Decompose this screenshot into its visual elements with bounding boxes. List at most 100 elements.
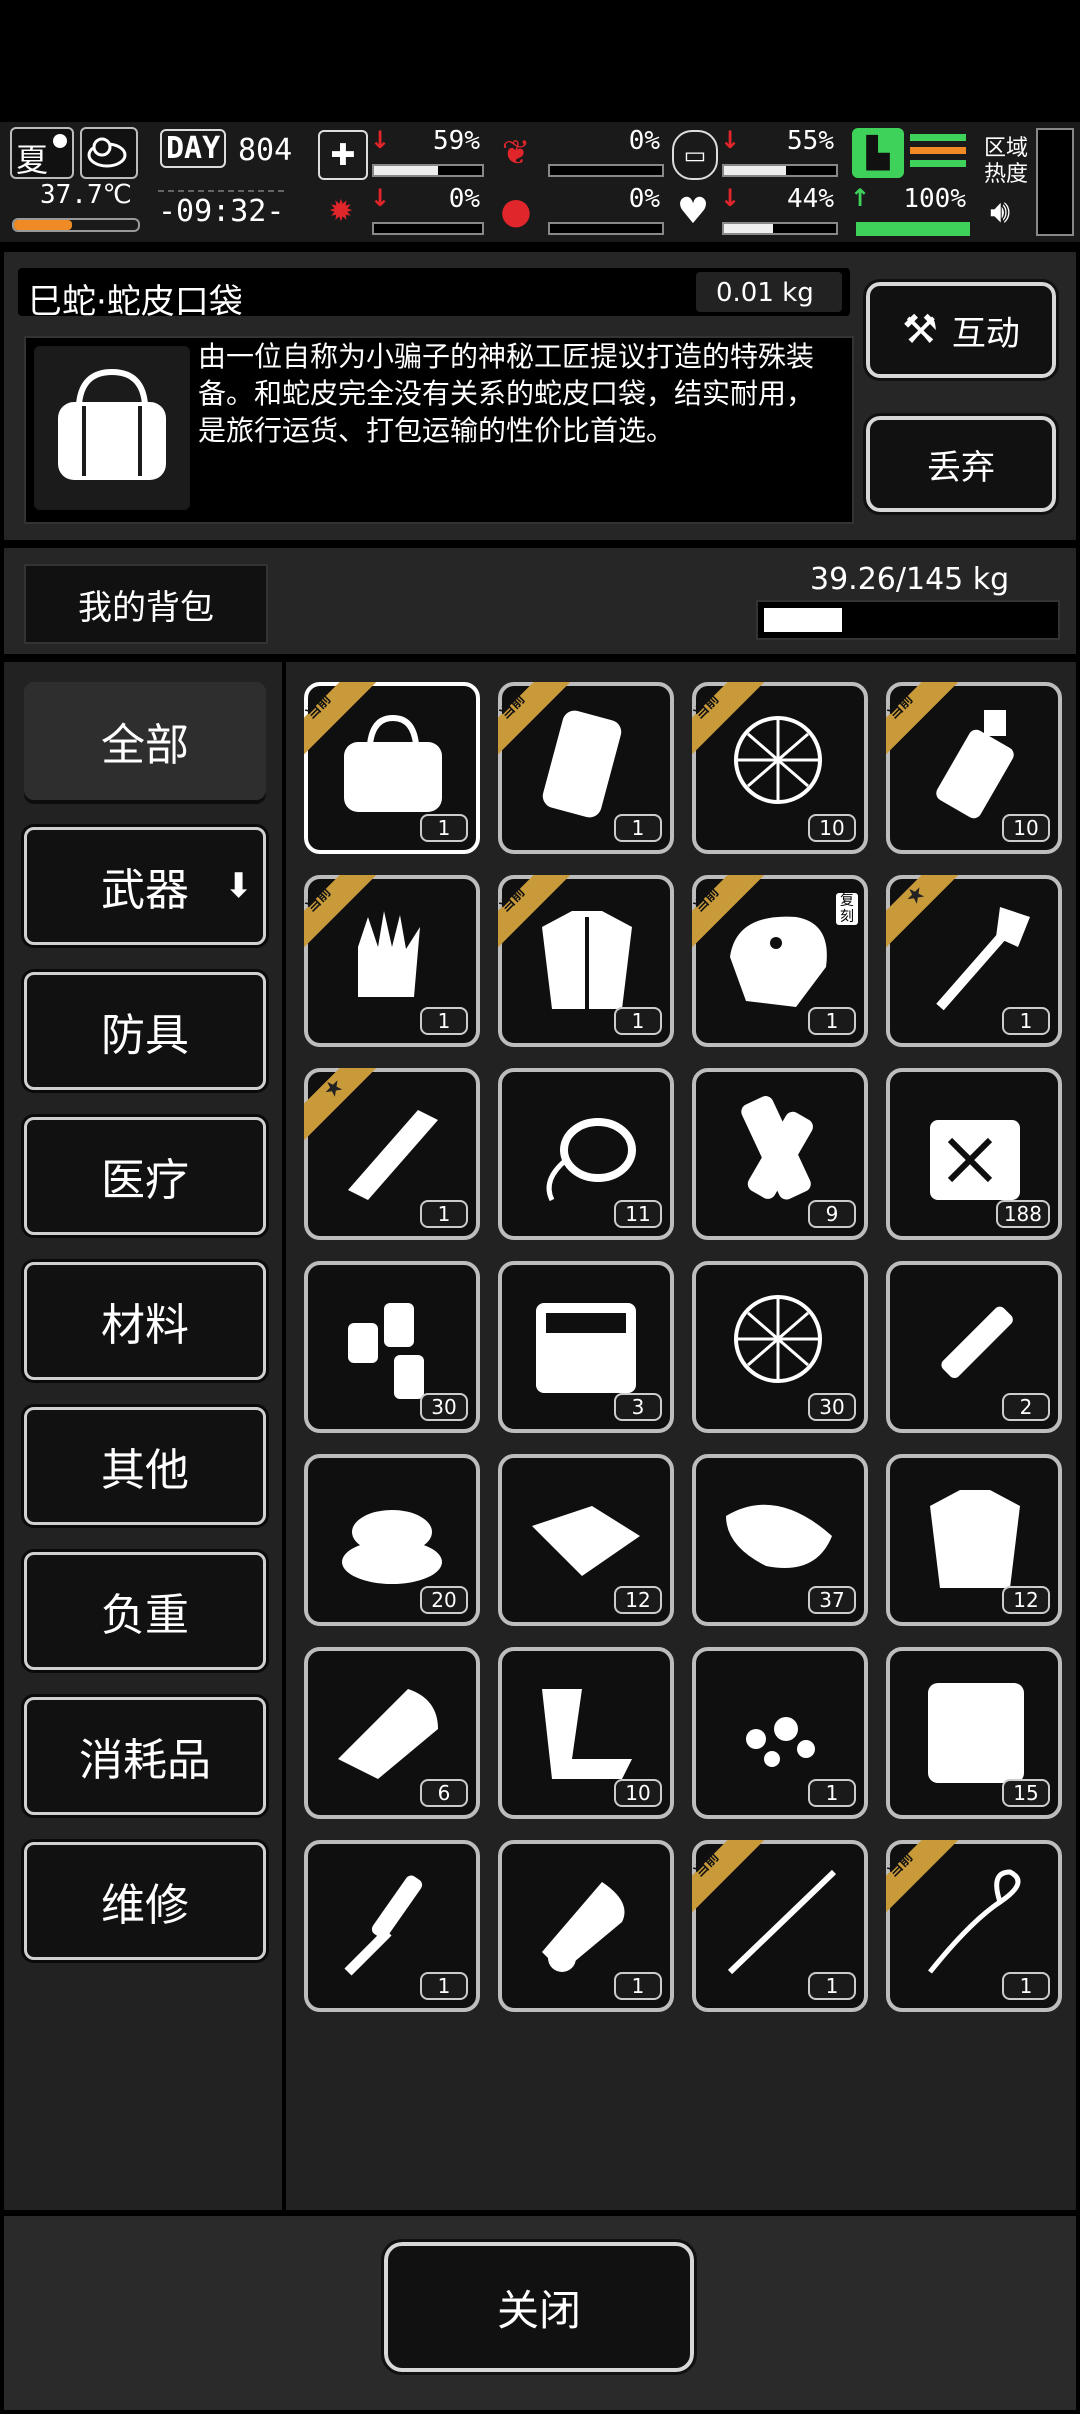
equipped-badge: 当前 <box>692 1840 766 1914</box>
heart-pct: 44% <box>787 184 834 214</box>
hunger-bar <box>548 164 664 177</box>
inventory-slot[interactable]: ★ 1 <box>304 1068 480 1240</box>
inventory-slot[interactable]: 12 <box>498 1454 674 1626</box>
badge-label: 当前 <box>304 691 335 723</box>
backpack-header: 我的背包 39.26/145 kg <box>4 548 1076 654</box>
item-count: 1 <box>420 814 468 842</box>
item-count: 3 <box>614 1393 662 1421</box>
season-box: 夏 <box>10 127 74 179</box>
inventory-slot[interactable]: 当前 1 <box>886 1840 1062 2012</box>
category-tab-5[interactable]: 其他 <box>24 1407 266 1525</box>
category-tab-3[interactable]: 医疗 <box>24 1117 266 1235</box>
category-tab-0[interactable]: 全部 <box>24 682 266 800</box>
inventory-slot[interactable]: 6 <box>304 1647 480 1819</box>
bandage-roll-icon <box>716 1090 846 1208</box>
interact-label: 互动 <box>951 313 1020 354</box>
sun-icon <box>53 134 67 148</box>
interact-button[interactable]: ⚒ 互动 <box>863 279 1059 381</box>
cloud-icon <box>87 137 127 168</box>
stamina-bar <box>856 222 970 236</box>
temperature: 37.7℃ <box>40 180 132 210</box>
inventory-slot[interactable]: 当前 10 <box>692 682 868 854</box>
stomach-icon: ❦ <box>501 133 531 173</box>
inventory-slot[interactable]: 当前 1 <box>692 1840 868 2012</box>
star-icon: ★ <box>900 879 932 912</box>
blanket-icon <box>910 1669 1040 1787</box>
syringe-icon <box>910 1283 1040 1401</box>
inventory-slot[interactable]: 15 <box>886 1647 1062 1819</box>
bag-icon <box>58 368 166 480</box>
inventory-slot[interactable]: 当前 1 <box>304 682 480 854</box>
inventory-slot[interactable]: 20 <box>304 1454 480 1626</box>
category-tab-8[interactable]: 维修 <box>24 1842 266 1960</box>
blood-drop-icon: ● <box>500 190 532 232</box>
blood-bar <box>548 222 664 235</box>
star-badge: ★ <box>886 875 960 949</box>
medkit-icon: ✚ <box>318 130 368 180</box>
rubble-icon <box>716 1669 846 1787</box>
equipped-badge: 当前 <box>304 875 378 949</box>
item-weight: 0.01 kg <box>716 278 814 308</box>
item-count: 2 <box>1002 1393 1050 1421</box>
inventory-slot[interactable]: 当前 1 <box>498 682 674 854</box>
item-image-frame <box>34 346 190 510</box>
hammer-icon: ⚒ <box>902 307 938 353</box>
item-count: 1 <box>420 1007 468 1035</box>
category-tab-6[interactable]: 负重 <box>24 1552 266 1670</box>
item-count: 1 <box>808 1972 856 2000</box>
item-count: 188 <box>995 1200 1050 1228</box>
inventory-slot[interactable]: 当前 1 <box>498 875 674 1047</box>
inventory-slot[interactable]: 10 <box>498 1647 674 1819</box>
inventory-slot[interactable]: 当前 10 <box>886 682 1062 854</box>
discard-button[interactable]: 丢弃 <box>863 413 1059 515</box>
category-tab-4[interactable]: 材料 <box>24 1262 266 1380</box>
boot-icon: ▙ <box>852 128 904 178</box>
inventory-slot[interactable]: 1 <box>692 1647 868 1819</box>
item-count: 1 <box>614 814 662 842</box>
category-tab-7[interactable]: 消耗品 <box>24 1697 266 1815</box>
inventory-slot[interactable]: 188 <box>886 1068 1062 1240</box>
inventory-slot[interactable]: 9 <box>692 1068 868 1240</box>
item-count: 30 <box>420 1393 468 1421</box>
category-sidebar: 全部武器 ⬇ 防具医疗材料其他负重消耗品维修 <box>4 662 282 2210</box>
stamina-lines <box>910 134 966 167</box>
item-detail-panel: 巳蛇·蛇皮口袋 0.01 kg 由一位自称为小骗子的神秘工匠提议打造的特殊装备。… <box>4 252 1076 540</box>
item-count: 15 <box>1002 1779 1050 1807</box>
equipped-badge: 当前 <box>498 682 572 756</box>
item-count: 6 <box>420 1779 468 1807</box>
category-label: 全部 <box>101 720 189 771</box>
inventory-slot[interactable]: 30 <box>692 1261 868 1433</box>
category-tab-2[interactable]: 防具 <box>24 972 266 1090</box>
inventory-slot[interactable]: ★ 1 <box>886 875 1062 1047</box>
inventory-slot[interactable]: 当前 复刻 1 <box>692 875 868 1047</box>
inventory-slot[interactable]: 2 <box>886 1261 1062 1433</box>
item-count: 12 <box>614 1586 662 1614</box>
inventory-slot[interactable]: 12 <box>886 1454 1062 1626</box>
inventory-slot[interactable]: 37 <box>692 1454 868 1626</box>
bar-fill <box>724 166 786 175</box>
close-button[interactable]: 关闭 <box>381 2239 697 2375</box>
category-label: 负重 <box>101 1590 189 1641</box>
star-badge: ★ <box>304 1068 378 1142</box>
paper-roll-icon <box>522 1862 652 1980</box>
equipped-badge: 当前 <box>498 875 572 949</box>
inventory-slot[interactable]: 1 <box>498 1840 674 2012</box>
badge-label: 当前 <box>498 884 529 916</box>
day-box: DAY 804 <box>160 127 300 175</box>
temperature-bar <box>12 218 140 232</box>
inventory-slot[interactable]: 1 <box>304 1840 480 2012</box>
inventory-slot[interactable]: 当前 1 <box>304 875 480 1047</box>
speaker-icon[interactable]: 🔊︎ <box>990 192 1010 231</box>
inventory-slot[interactable]: 11 <box>498 1068 674 1240</box>
up-arrow-icon: ↑ <box>850 184 871 212</box>
inventory-slot[interactable]: 3 <box>498 1261 674 1433</box>
category-label: 武器 <box>101 865 189 916</box>
item-count: 1 <box>1002 1972 1050 2000</box>
inventory-slot[interactable]: 30 <box>304 1261 480 1433</box>
item-count: 1 <box>614 1007 662 1035</box>
bar-fill <box>374 166 438 175</box>
category-tab-1[interactable]: 武器 ⬇ <box>24 827 266 945</box>
badge-label: 当前 <box>692 1849 723 1881</box>
backpack-label: 我的背包 <box>78 587 214 628</box>
replica-tag: 复刻 <box>836 893 858 925</box>
